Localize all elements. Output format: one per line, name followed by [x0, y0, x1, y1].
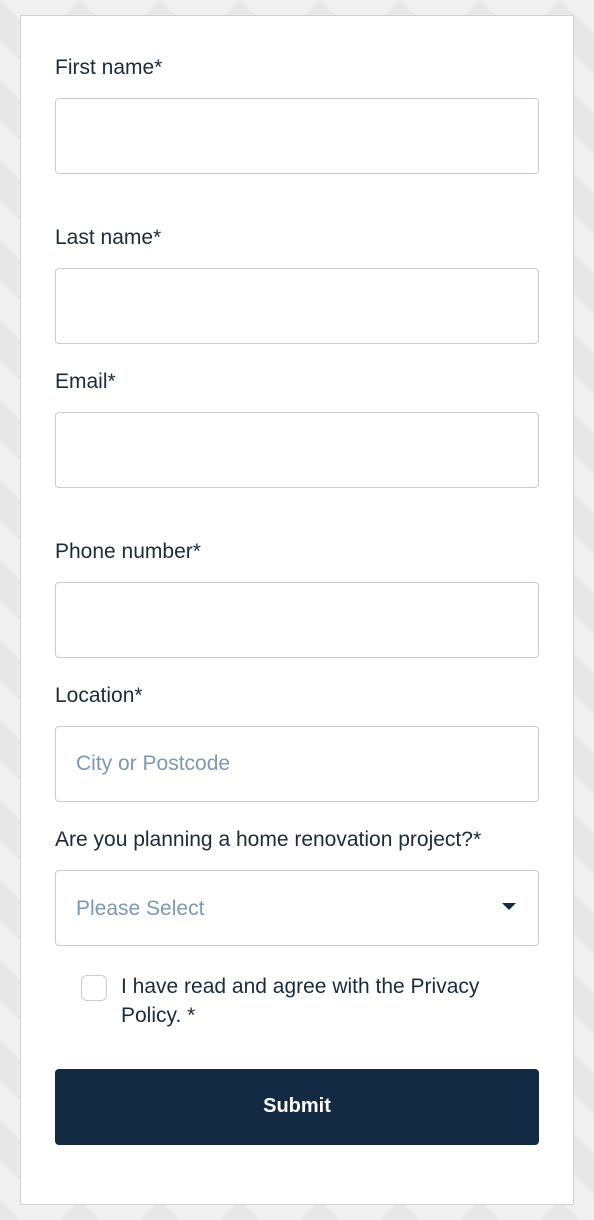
renovation-label: Are you planning a home renovation proje… — [55, 828, 539, 852]
submit-button[interactable]: Submit — [55, 1069, 539, 1145]
phone-input[interactable] — [55, 582, 539, 658]
consent-label: I have read and agree with the Privacy P… — [121, 972, 539, 1031]
email-label: Email* — [55, 370, 539, 394]
consent-row: I have read and agree with the Privacy P… — [55, 972, 539, 1031]
location-input[interactable] — [55, 726, 539, 802]
phone-label: Phone number* — [55, 540, 539, 564]
first-name-label: First name* — [55, 56, 539, 80]
last-name-label: Last name* — [55, 226, 539, 250]
renovation-select-wrap: Please Select — [55, 870, 539, 946]
consent-checkbox[interactable] — [81, 975, 107, 1001]
email-field: Email* — [55, 370, 539, 488]
location-field: Location* — [55, 684, 539, 802]
last-name-input[interactable] — [55, 268, 539, 344]
phone-field: Phone number* — [55, 540, 539, 658]
email-input[interactable] — [55, 412, 539, 488]
first-name-field: First name* — [55, 56, 539, 174]
last-name-field: Last name* — [55, 226, 539, 344]
first-name-input[interactable] — [55, 98, 539, 174]
location-label: Location* — [55, 684, 539, 708]
form-card: First name* Last name* Email* Phone numb… — [20, 15, 574, 1205]
renovation-field: Are you planning a home renovation proje… — [55, 828, 539, 946]
renovation-select[interactable]: Please Select — [55, 870, 539, 946]
